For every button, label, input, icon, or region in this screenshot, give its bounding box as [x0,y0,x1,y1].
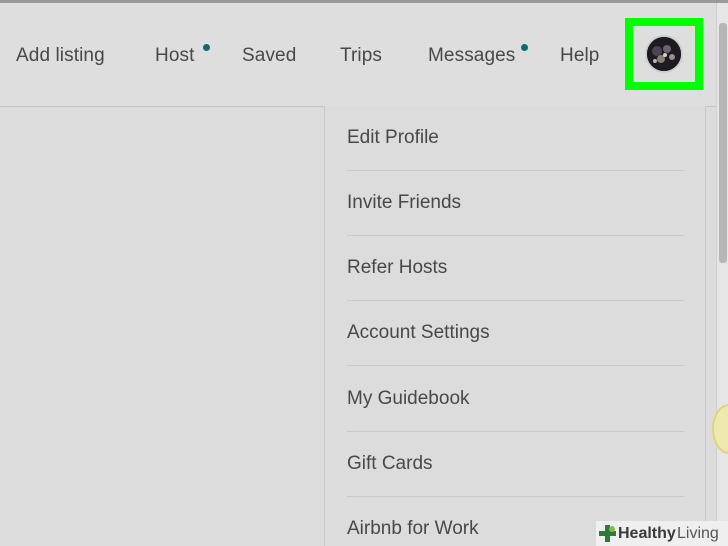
nav-messages[interactable]: Messages [428,45,515,67]
scrollbar-thumb[interactable] [719,23,727,263]
menu-item-invite-friends[interactable]: Invite Friends [347,171,684,236]
menu-item-my-guidebook[interactable]: My Guidebook [347,367,684,432]
decorative-bubble [712,404,728,454]
menu-item-label: Airbnb for Work [347,518,479,539]
page-scrollbar[interactable] [716,3,728,546]
menu-item-account-settings[interactable]: Account Settings [347,301,684,366]
nav-trips[interactable]: Trips [340,45,382,67]
watermark-bold-text: Healthy [618,525,676,542]
watermark-light-text: Living [677,525,719,542]
menu-item-label: Account Settings [347,322,490,343]
profile-dropdown-menu: Edit Profile Invite Friends Refer Hosts … [324,106,706,546]
nav-saved[interactable]: Saved [242,45,296,67]
menu-item-label: Refer Hosts [347,257,448,278]
top-navigation-bar: Add listing Host Saved Trips Messages He… [0,3,716,107]
plus-leaf-icon [599,525,616,542]
healthy-living-watermark: Healthy Living [596,521,728,546]
menu-item-label: Invite Friends [347,192,462,213]
user-avatar-icon[interactable] [645,35,683,73]
menu-item-label: Edit Profile [347,127,439,148]
menu-item-refer-hosts[interactable]: Refer Hosts [347,236,684,301]
host-notification-dot [203,44,210,51]
menu-item-edit-profile[interactable]: Edit Profile [347,106,684,171]
menu-item-label: Gift Cards [347,453,433,474]
nav-add-listing[interactable]: Add listing [16,45,105,67]
avatar-button[interactable] [633,26,695,82]
menu-item-label: My Guidebook [347,388,470,409]
avatar-highlight-box [625,18,703,90]
messages-notification-dot [521,44,528,51]
nav-help[interactable]: Help [560,45,599,67]
menu-item-gift-cards[interactable]: Gift Cards [347,432,684,497]
nav-host[interactable]: Host [155,45,194,67]
